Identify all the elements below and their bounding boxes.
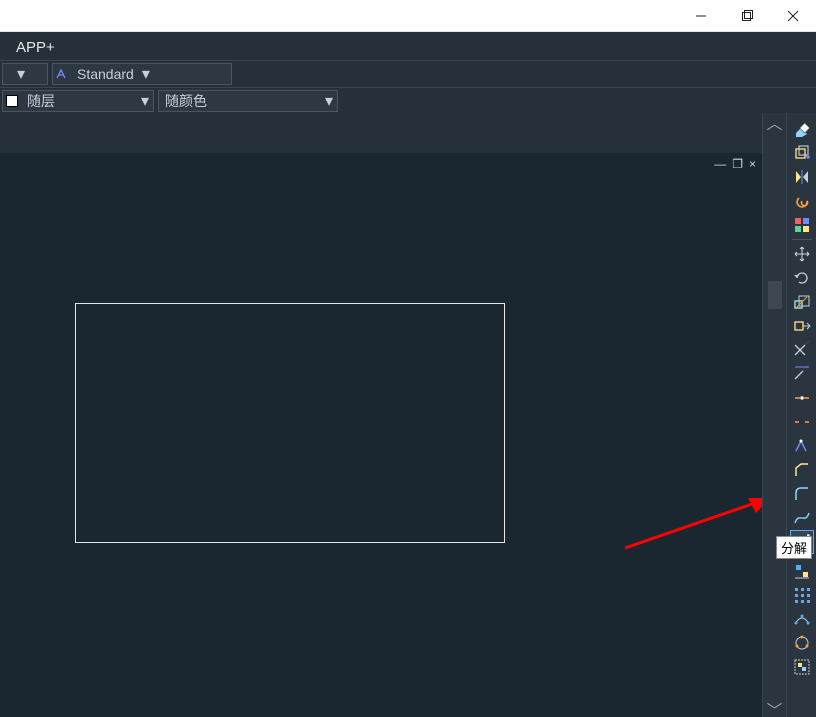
viewport-restore-button[interactable]: ❐ bbox=[732, 157, 743, 171]
copy-plus-icon[interactable] bbox=[791, 142, 813, 164]
rotate-icon[interactable] bbox=[791, 267, 813, 289]
red-arrow-annotation bbox=[620, 493, 770, 553]
scroll-up-button[interactable]: ︿ bbox=[763, 113, 786, 131]
drawing-area-wrap: — ❐ × bbox=[0, 113, 762, 717]
color-value: 随颜色 bbox=[159, 91, 211, 111]
trim-icon[interactable] bbox=[791, 339, 813, 361]
viewport-window-controls: — ❐ × bbox=[714, 157, 756, 171]
chamfer-icon[interactable] bbox=[791, 459, 813, 481]
window-maximize-button[interactable] bbox=[724, 0, 770, 32]
app-tab-row: APP+ bbox=[0, 32, 816, 60]
toolbar-dropdown-1[interactable]: ▾ bbox=[2, 63, 48, 85]
extend-icon[interactable] bbox=[791, 363, 813, 385]
text-style-value: Standard bbox=[71, 66, 138, 82]
fillet-icon[interactable] bbox=[791, 483, 813, 505]
move-icon[interactable] bbox=[791, 243, 813, 265]
chevron-down-icon: ▾ bbox=[138, 64, 154, 84]
blend-curves-icon[interactable] bbox=[791, 507, 813, 529]
scroll-gutter: ︿ ﹀ bbox=[762, 113, 786, 717]
chevron-down-icon: ▾ bbox=[137, 91, 153, 111]
scroll-thumb[interactable] bbox=[768, 281, 782, 309]
viewport-close-button[interactable]: × bbox=[749, 157, 756, 171]
join-icon[interactable] bbox=[791, 435, 813, 457]
toolbar-area: ▾ Standard ▾ 随层 ▾ 随颜色 ▾ bbox=[0, 60, 816, 113]
tooltip: 分解 bbox=[776, 536, 812, 559]
array-path-icon[interactable] bbox=[791, 608, 813, 630]
drawn-rectangle[interactable] bbox=[75, 303, 505, 543]
window-titlebar bbox=[0, 0, 816, 32]
text-style-dropdown[interactable]: Standard ▾ bbox=[52, 63, 232, 85]
array-polar-icon[interactable] bbox=[791, 632, 813, 654]
window-close-button[interactable] bbox=[770, 0, 816, 32]
color-dropdown[interactable]: 随颜色 ▾ bbox=[158, 90, 338, 112]
app-tab[interactable]: APP+ bbox=[16, 35, 59, 60]
modify-toolbar bbox=[786, 113, 816, 717]
chevron-down-icon: ▾ bbox=[321, 91, 337, 111]
break-point-icon[interactable] bbox=[791, 387, 813, 409]
layer-swatch bbox=[3, 95, 21, 107]
group-icon[interactable] bbox=[791, 656, 813, 678]
text-style-icon bbox=[53, 66, 71, 82]
color-grid-icon[interactable] bbox=[791, 214, 813, 236]
array-icon[interactable] bbox=[791, 584, 813, 606]
layer-value: 随层 bbox=[21, 91, 59, 111]
mirror-icon[interactable] bbox=[791, 166, 813, 188]
break-icon[interactable] bbox=[791, 411, 813, 433]
eraser-icon[interactable] bbox=[791, 118, 813, 140]
window-minimize-button[interactable] bbox=[678, 0, 724, 32]
align-icon[interactable] bbox=[791, 560, 813, 582]
scroll-down-button[interactable]: ﹀ bbox=[763, 700, 786, 717]
viewport-minimize-button[interactable]: — bbox=[714, 157, 726, 171]
layer-dropdown[interactable]: 随层 ▾ bbox=[2, 90, 154, 112]
scale-icon[interactable] bbox=[791, 291, 813, 313]
stretch-icon[interactable] bbox=[791, 315, 813, 337]
drawing-viewport[interactable]: — ❐ × bbox=[0, 153, 762, 717]
chevron-down-icon: ▾ bbox=[13, 64, 29, 84]
spiral-icon[interactable] bbox=[791, 190, 813, 212]
